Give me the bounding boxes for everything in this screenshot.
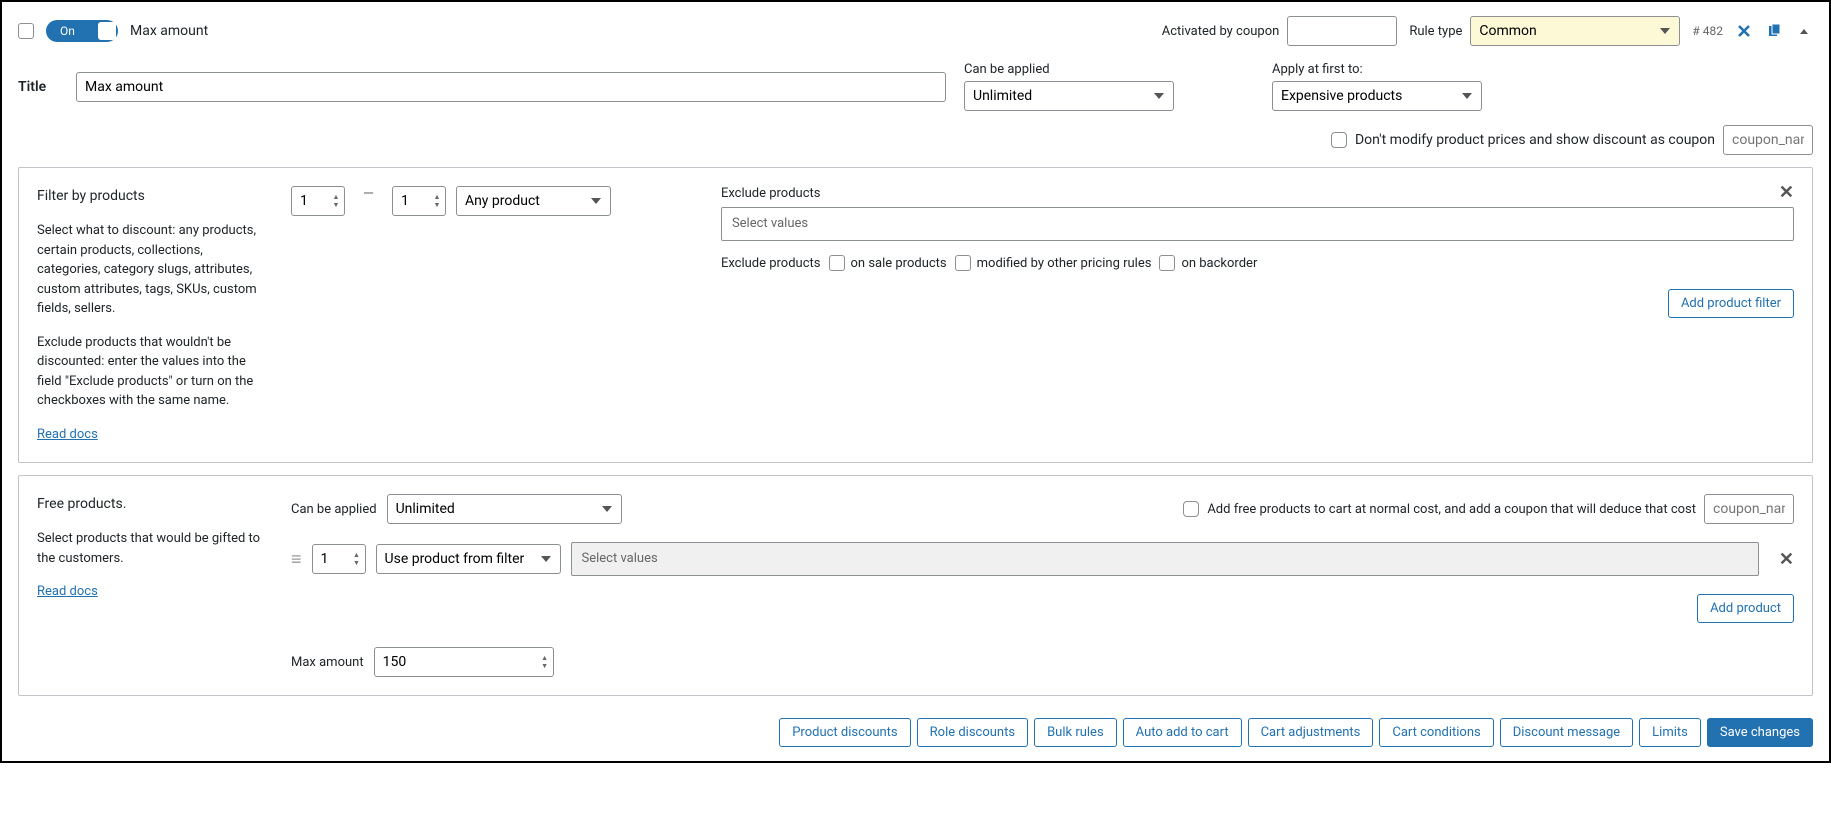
add-product-filter-button[interactable]: Add product filter	[1668, 289, 1794, 318]
role-discounts-button[interactable]: Role discounts	[917, 718, 1028, 747]
coupon-name-input[interactable]	[1723, 125, 1813, 155]
limits-button[interactable]: Limits	[1639, 718, 1701, 747]
exclude-products-label: Exclude products	[721, 256, 821, 271]
rule-title-summary: Max amount	[130, 23, 208, 39]
product-discounts-button[interactable]: Product discounts	[779, 718, 910, 747]
free-qty-spinner[interactable]: ▲▼	[350, 546, 364, 572]
title-label: Title	[18, 79, 58, 95]
free-coupon-label: Add free products to cart at normal cost…	[1207, 502, 1696, 517]
free-can-be-applied-label: Can be applied	[291, 502, 377, 517]
cart-conditions-button[interactable]: Cart conditions	[1379, 718, 1493, 747]
discount-message-button[interactable]: Discount message	[1500, 718, 1633, 747]
qty-from-spinner[interactable]: ▲▼	[329, 188, 343, 214]
cart-adjustments-button[interactable]: Cart adjustments	[1248, 718, 1374, 747]
free-heading: Free products.	[37, 494, 267, 515]
enable-toggle[interactable]: On	[46, 20, 118, 42]
product-filter-type-select[interactable]: Any product	[456, 186, 611, 216]
save-changes-button[interactable]: Save changes	[1707, 718, 1813, 747]
free-product-source-select[interactable]: Use product from filter	[376, 544, 561, 574]
free-coupon-name-input[interactable]	[1704, 494, 1794, 524]
free-coupon-checkbox[interactable]	[1183, 501, 1199, 517]
filter-heading: Filter by products	[37, 186, 267, 207]
add-free-product-button[interactable]: Add product	[1697, 594, 1794, 623]
auto-add-to-cart-button[interactable]: Auto add to cart	[1123, 718, 1242, 747]
rule-id: # 482	[1692, 24, 1723, 38]
show-as-coupon-label: Don't modify product prices and show dis…	[1355, 132, 1715, 148]
free-products-panel: Free products. Select products that woul…	[18, 475, 1813, 696]
filter-read-docs-link[interactable]: Read docs	[37, 427, 98, 442]
apply-first-select[interactable]: Expensive products	[1272, 81, 1482, 111]
delete-rule-icon[interactable]	[1735, 22, 1753, 40]
select-rule-checkbox[interactable]	[18, 23, 34, 39]
drag-handle-icon[interactable]: ≡	[291, 549, 302, 570]
exclude-modified-checkbox[interactable]	[955, 255, 971, 271]
rule-type-select[interactable]: Common	[1470, 16, 1680, 46]
rule-type-label: Rule type	[1409, 24, 1462, 39]
filter-by-products-panel: Filter by products Select what to discou…	[18, 167, 1813, 463]
exclude-on-sale-checkbox[interactable]	[829, 255, 845, 271]
exclude-backorder-checkbox[interactable]	[1159, 255, 1175, 271]
max-amount-spinner[interactable]: ▲▼	[538, 649, 552, 675]
exclude-backorder-label: on backorder	[1181, 256, 1257, 271]
remove-free-product-icon[interactable]: ✕	[1779, 549, 1794, 570]
exclude-modified-label: modified by other pricing rules	[977, 256, 1152, 271]
show-as-coupon-checkbox[interactable]	[1331, 132, 1347, 148]
apply-first-label: Apply at first to:	[1272, 62, 1482, 77]
copy-rule-icon[interactable]	[1765, 22, 1783, 40]
free-can-be-applied-select[interactable]: Unlimited	[387, 494, 622, 524]
toggle-state-label: On	[46, 24, 75, 38]
qty-dash: —	[355, 186, 382, 202]
collapse-icon[interactable]	[1795, 22, 1813, 40]
filter-desc-2: Exclude products that wouldn't be discou…	[37, 333, 267, 411]
exclude-products-heading: Exclude products	[721, 186, 1794, 201]
max-amount-label: Max amount	[291, 655, 364, 670]
qty-to-spinner[interactable]: ▲▼	[430, 188, 444, 214]
exclude-on-sale-label: on sale products	[851, 256, 947, 271]
free-desc: Select products that would be gifted to …	[37, 529, 267, 568]
filter-desc-1: Select what to discount: any products, c…	[37, 221, 267, 319]
toggle-knob	[98, 22, 116, 40]
max-amount-input[interactable]	[374, 647, 554, 677]
can-be-applied-label: Can be applied	[964, 62, 1174, 77]
title-input[interactable]	[76, 72, 946, 102]
free-product-values[interactable]: Select values	[571, 542, 1759, 576]
activated-by-coupon-input[interactable]	[1287, 16, 1397, 46]
can-be-applied-select[interactable]: Unlimited	[964, 81, 1174, 111]
remove-filter-icon[interactable]: ✕	[1779, 182, 1794, 203]
free-read-docs-link[interactable]: Read docs	[37, 584, 98, 599]
bulk-rules-button[interactable]: Bulk rules	[1034, 718, 1117, 747]
exclude-products-values[interactable]: Select values	[721, 207, 1794, 241]
activated-by-coupon-label: Activated by coupon	[1162, 24, 1280, 39]
